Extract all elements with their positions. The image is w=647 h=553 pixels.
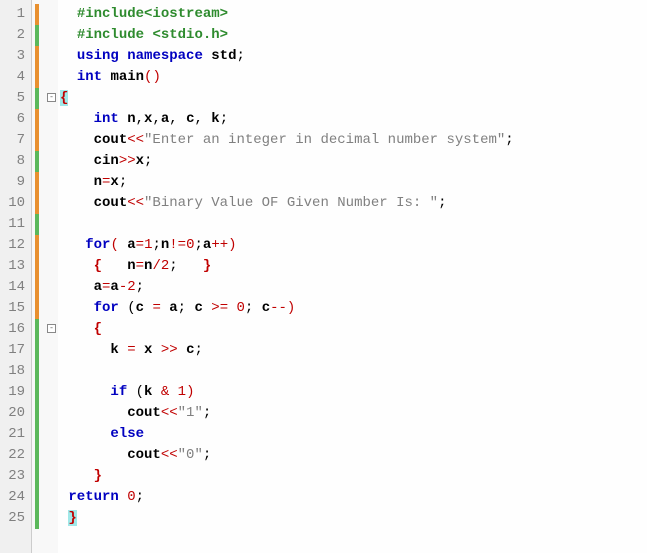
line-number: 3 (2, 46, 25, 67)
change-mark (35, 130, 39, 151)
change-mark (35, 424, 39, 445)
change-mark (35, 340, 39, 361)
line-number: 2 (2, 25, 25, 46)
code-line[interactable]: } (60, 508, 645, 529)
code-line[interactable]: cout<<"Binary Value OF Given Number Is: … (60, 193, 645, 214)
code-line[interactable]: int n,x,a, c, k; (60, 109, 645, 130)
change-mark (35, 466, 39, 487)
line-number: 22 (2, 445, 25, 466)
line-number: 11 (2, 214, 25, 235)
line-number-gutter: 1234567891011121314151617181920212223242… (0, 0, 32, 553)
code-line[interactable]: { (60, 319, 645, 340)
line-number: 10 (2, 193, 25, 214)
line-number: 19 (2, 382, 25, 403)
line-number: 8 (2, 151, 25, 172)
line-number: 15 (2, 298, 25, 319)
code-line[interactable]: n=x; (60, 172, 645, 193)
change-mark (35, 508, 39, 529)
line-number: 4 (2, 67, 25, 88)
change-mark (35, 46, 39, 67)
code-line[interactable]: { n=n/2; } (60, 256, 645, 277)
line-number: 5 (2, 88, 25, 109)
change-mark (35, 25, 39, 46)
change-mark (35, 256, 39, 277)
change-mark (35, 88, 39, 109)
code-line[interactable]: { (60, 88, 645, 109)
line-number: 23 (2, 466, 25, 487)
code-line[interactable]: using namespace std; (60, 46, 645, 67)
change-mark (35, 151, 39, 172)
line-number: 16 (2, 319, 25, 340)
code-line[interactable] (60, 214, 645, 235)
fold-toggle[interactable]: - (47, 324, 56, 333)
code-line[interactable]: } (60, 466, 645, 487)
code-line[interactable]: a=a-2; (60, 277, 645, 298)
code-line[interactable]: cin>>x; (60, 151, 645, 172)
line-number: 14 (2, 277, 25, 298)
change-mark (35, 109, 39, 130)
change-mark (35, 235, 39, 256)
code-line[interactable]: for( a=1;n!=0;a++) (60, 235, 645, 256)
code-line[interactable]: cout<<"Enter an integer in decimal numbe… (60, 130, 645, 151)
line-number: 12 (2, 235, 25, 256)
code-line[interactable]: cout<<"1"; (60, 403, 645, 424)
fold-toggle[interactable]: - (47, 93, 56, 102)
code-line[interactable]: k = x >> c; (60, 340, 645, 361)
line-number: 1 (2, 4, 25, 25)
code-line[interactable]: cout<<"0"; (60, 445, 645, 466)
code-line[interactable] (60, 361, 645, 382)
fold-margin[interactable]: -- (46, 0, 58, 553)
code-line[interactable]: else (60, 424, 645, 445)
change-mark (35, 172, 39, 193)
code-line[interactable]: for (c = a; c >= 0; c--) (60, 298, 645, 319)
code-line[interactable]: if (k & 1) (60, 382, 645, 403)
code-line[interactable]: #include<iostream> (60, 4, 645, 25)
code-line[interactable]: int main() (60, 67, 645, 88)
line-number: 20 (2, 403, 25, 424)
change-mark (35, 277, 39, 298)
change-mark (35, 361, 39, 382)
line-number: 21 (2, 424, 25, 445)
code-line[interactable]: #include <stdio.h> (60, 25, 645, 46)
line-number: 24 (2, 487, 25, 508)
change-mark (35, 382, 39, 403)
code-editor[interactable]: #include<iostream> #include <stdio.h> us… (58, 0, 647, 553)
change-mark (35, 487, 39, 508)
line-number: 9 (2, 172, 25, 193)
code-line[interactable]: return 0; (60, 487, 645, 508)
change-mark (35, 298, 39, 319)
line-number: 17 (2, 340, 25, 361)
line-number: 6 (2, 109, 25, 130)
change-mark (35, 445, 39, 466)
line-number: 18 (2, 361, 25, 382)
change-margin (32, 0, 46, 553)
line-number: 13 (2, 256, 25, 277)
change-mark (35, 4, 39, 25)
change-mark (35, 214, 39, 235)
change-mark (35, 403, 39, 424)
line-number: 7 (2, 130, 25, 151)
change-mark (35, 67, 39, 88)
change-mark (35, 193, 39, 214)
line-number: 25 (2, 508, 25, 529)
change-mark (35, 319, 39, 340)
